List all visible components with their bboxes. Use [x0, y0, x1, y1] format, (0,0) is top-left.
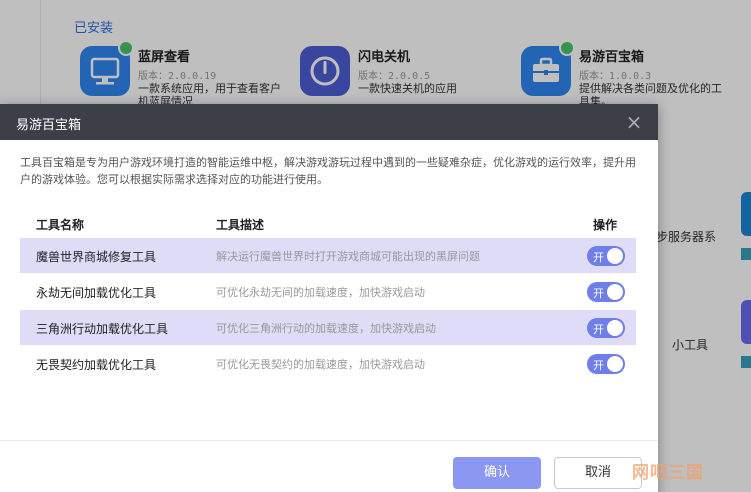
dialog-header: 易游百宝箱 ×: [0, 104, 658, 140]
tool-toggle[interactable]: 开: [587, 282, 625, 302]
toggle-knob: [607, 284, 623, 300]
tool-toggle[interactable]: 开: [587, 354, 625, 374]
table-row: 无畏契约加载优化工具 可优化无畏契约的加载速度，加快游戏启动 开: [20, 346, 636, 381]
table-row: 永劫无间加载优化工具 可优化永劫无间的加载速度，加快游戏启动 开: [20, 274, 636, 309]
column-header-name: 工具名称: [36, 218, 85, 232]
footer-divider: [0, 440, 658, 441]
toggle-label: 开: [593, 323, 604, 336]
tool-name: 永劫无间加载优化工具: [36, 286, 157, 300]
toggle-label: 开: [593, 251, 604, 264]
tool-description: 可优化无畏契约的加载速度，加快游戏启动: [216, 358, 425, 371]
tool-description: 解决运行魔兽世界时打开游戏商城可能出现的黑屏问题: [216, 250, 480, 263]
column-header-desc: 工具描述: [216, 218, 265, 232]
dialog-intro: 工具百宝箱是专为用户游戏环境打造的智能运维中枢，解决游戏游玩过程中遇到的一些疑难…: [20, 156, 636, 186]
close-icon[interactable]: ×: [624, 112, 644, 132]
table-header: 工具名称 工具描述 操作: [20, 212, 636, 238]
tool-description: 可优化三角洲行动的加载速度，加快游戏启动: [216, 322, 436, 335]
cancel-button[interactable]: 取消: [554, 457, 642, 489]
tool-toggle[interactable]: 开: [587, 318, 625, 338]
tool-name: 魔兽世界商城修复工具: [36, 250, 157, 264]
toggle-knob: [607, 320, 623, 336]
toggle-knob: [607, 356, 623, 372]
toggle-label: 开: [593, 359, 604, 372]
watermark-logo: 网吧三国: [632, 463, 704, 483]
toggle-knob: [607, 248, 623, 264]
table-row: 魔兽世界商城修复工具 解决运行魔兽世界时打开游戏商城可能出现的黑屏问题 开: [20, 238, 636, 273]
tool-description: 可优化永劫无间的加载速度，加快游戏启动: [216, 286, 425, 299]
table-row: 三角洲行动加载优化工具 可优化三角洲行动的加载速度，加快游戏启动 开: [20, 310, 636, 345]
dialog-title: 易游百宝箱: [16, 118, 82, 133]
tool-name: 无畏契约加载优化工具: [36, 358, 157, 372]
tool-name: 三角洲行动加载优化工具: [36, 322, 169, 336]
confirm-button[interactable]: 确认: [453, 457, 541, 489]
toolbox-dialog: 易游百宝箱 × 工具百宝箱是专为用户游戏环境打造的智能运维中枢，解决游戏游玩过程…: [0, 104, 658, 492]
column-header-action: 操作: [593, 218, 618, 232]
tool-toggle[interactable]: 开: [587, 246, 625, 266]
toggle-label: 开: [593, 287, 604, 300]
